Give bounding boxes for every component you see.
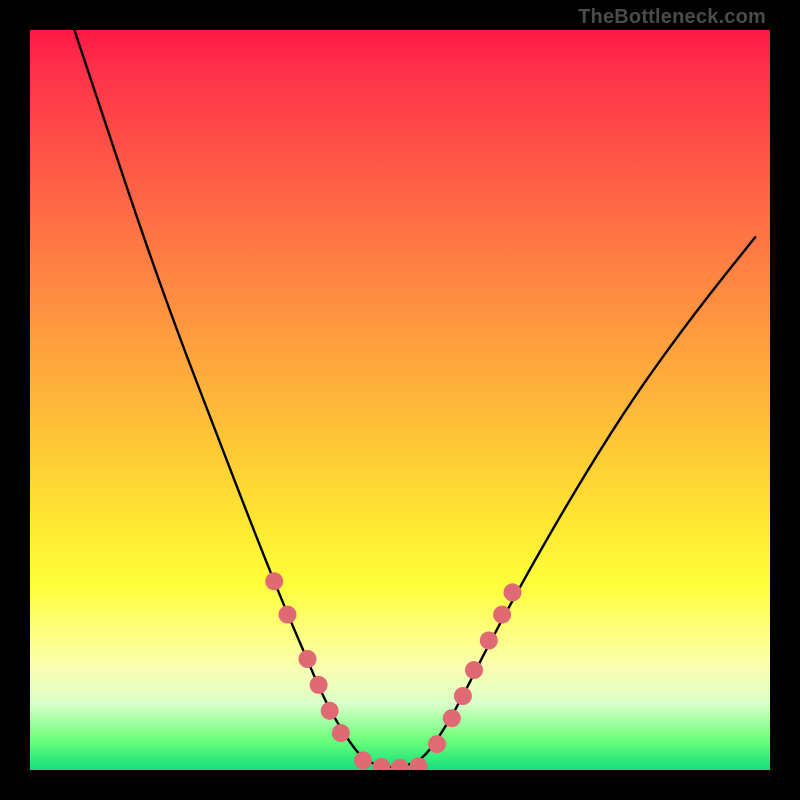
marker-dot <box>443 709 461 727</box>
marker-dot <box>454 687 472 705</box>
marker-dot <box>354 751 372 769</box>
marker-dot <box>465 661 483 679</box>
chart-svg <box>30 30 770 770</box>
marker-dot <box>410 757 428 770</box>
watermark-text: TheBottleneck.com <box>578 6 766 29</box>
marker-dot <box>299 650 317 668</box>
marker-dot <box>493 606 511 624</box>
chart-area <box>30 30 770 770</box>
marker-dot <box>391 759 409 770</box>
marker-dot <box>428 735 446 753</box>
outer-frame: TheBottleneck.com <box>0 0 800 800</box>
highlight-dots <box>265 572 521 770</box>
marker-dot <box>310 676 328 694</box>
marker-dot <box>332 724 350 742</box>
marker-dot <box>321 702 339 720</box>
marker-dot <box>373 758 391 770</box>
marker-dot <box>279 606 297 624</box>
marker-dot <box>265 572 283 590</box>
marker-dot <box>504 583 522 601</box>
bottleneck-curve <box>74 30 755 767</box>
marker-dot <box>480 632 498 650</box>
